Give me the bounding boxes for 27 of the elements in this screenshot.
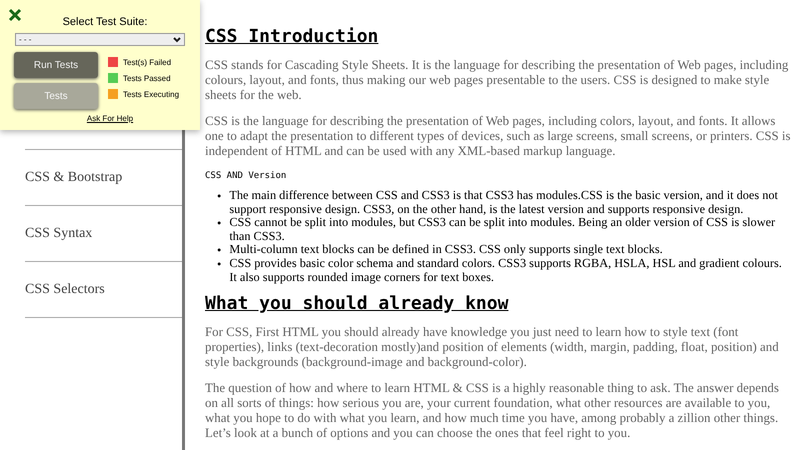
bullet: • [217, 189, 222, 205]
legend-label: Tests Executing [123, 90, 180, 98]
sidebar-link[interactable]: CSS & Bootstrap [25, 170, 122, 186]
bullet: • [217, 243, 222, 257]
list-item: The main difference between CSS and CSS3 is that CSS3 has modules.CSS is the basic version, and it does not support responsive design. CSS3, on the other hand, is the latest version and supports responsive design. [229, 189, 779, 216]
suite-select[interactable]: - - - [15, 33, 185, 46]
section-heading: CSS Introduction [205, 26, 380, 48]
help-link[interactable]: Ask For Help [35, 114, 185, 123]
paragraph: The question of how and where to learn HTML & CSS is a highly reasonable thing to ask. The answer depends on all sorts of things: how serious you are, your current foundation, what other resources are available to you, what you hope to do with what you learn, and how much time you have, among probably a zillion other things. Let’s look at a bunch of options and you can choose the ones that feel right to you. [205, 381, 780, 441]
paragraph: CSS stands for Cascading Style Sheets. It is the language for describing the presentation of Web pages, including colours, layout, and fonts, thus making our web pages presentable to the users. CSS is designed to make style sheets for the web. [205, 58, 790, 103]
test-button[interactable]: Run Tests [14, 52, 98, 78]
list-item: Multi-column text blocks can be defined in CSS3. CSS only supports single text blocks. [229, 243, 663, 257]
legend-label: Test(s) Failed [123, 58, 172, 66]
sidebar-link[interactable]: CSS Selectors [25, 282, 105, 298]
code-label: CSS AND Version [205, 170, 288, 182]
close-icon[interactable] [8, 8, 22, 22]
panel-title: Select Test Suite: [62, 16, 148, 28]
list-item: CSS provides basic color schema and standard colors. CSS3 supports RGBA, HSLA, HSL and gradient colours. It also supports rounded image corners for text boxes. [229, 257, 783, 284]
bullet: • [217, 216, 222, 232]
sidebar-link[interactable]: CSS Syntax [25, 226, 92, 242]
legend-label: Tests Passed [123, 74, 171, 82]
bullet: • [217, 257, 222, 273]
paragraph: For CSS, First HTML you should already have knowledge you just need to learn how to style text (font properties), links (text-decoration mostly)and position of elements (width, margin, padding, float, position) and style backgrounds (background-image and background-color). [205, 325, 780, 370]
section-heading: What you should already know [205, 293, 510, 315]
chevron-down-icon [173, 36, 181, 42]
list-item: CSS cannot be split into modules, but CSS3 can be split into modules. Being an older version of CSS is slower than CSS3. [229, 216, 776, 243]
paragraph: CSS is the language for describing the presentation of Web pages, including colors, layout, and fonts. It allows one to adapt the presentation to different types of devices, such as large screens, small screens, or printers. CSS is independent of HTML and can be used with any XML-based markup language. [205, 114, 792, 159]
